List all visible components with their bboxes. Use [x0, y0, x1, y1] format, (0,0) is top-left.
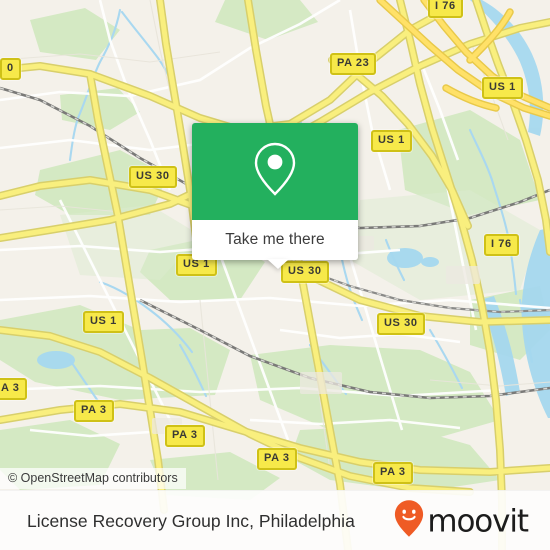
- road-shield: US 30: [129, 166, 177, 188]
- map-attribution[interactable]: © OpenStreetMap contributors: [0, 468, 186, 489]
- moovit-pin-smiley-icon: [394, 500, 424, 543]
- road-shield: A 3: [0, 378, 27, 400]
- moovit-wordmark: moovit: [427, 503, 529, 539]
- road-shield: PA 3: [74, 400, 114, 422]
- road-shield: PA 3: [257, 448, 297, 470]
- popup-pointer-tail: [267, 259, 289, 269]
- popup-header: [192, 123, 358, 220]
- road-shield: US 1: [83, 311, 124, 333]
- road-shield: US 30: [377, 313, 425, 335]
- road-shield: US 1: [371, 130, 412, 152]
- footer-bar: License Recovery Group Inc, Philadelphia…: [0, 490, 550, 550]
- moovit-logo[interactable]: moovit: [394, 500, 529, 543]
- popup-action-row[interactable]: Take me there: [192, 220, 358, 269]
- road-shield: PA 3: [165, 425, 205, 447]
- place-title: License Recovery Group Inc, Philadelphia: [27, 510, 355, 531]
- take-me-there-label: Take me there: [225, 231, 325, 248]
- road-shield: I 76: [428, 0, 463, 18]
- road-shield: PA 3: [373, 462, 413, 484]
- road-shield: 0: [0, 58, 21, 80]
- map-screen: 0 PA 23 US 1I 76 US 1 US 30 I 76 US 1 US 30 US 1…: [0, 0, 550, 550]
- map-pin-icon: [252, 140, 298, 203]
- road-shield: I 76: [484, 234, 519, 256]
- road-shield: PA 23: [330, 53, 377, 75]
- location-popup[interactable]: Take me there: [192, 123, 358, 269]
- road-shield: US 1: [482, 77, 523, 99]
